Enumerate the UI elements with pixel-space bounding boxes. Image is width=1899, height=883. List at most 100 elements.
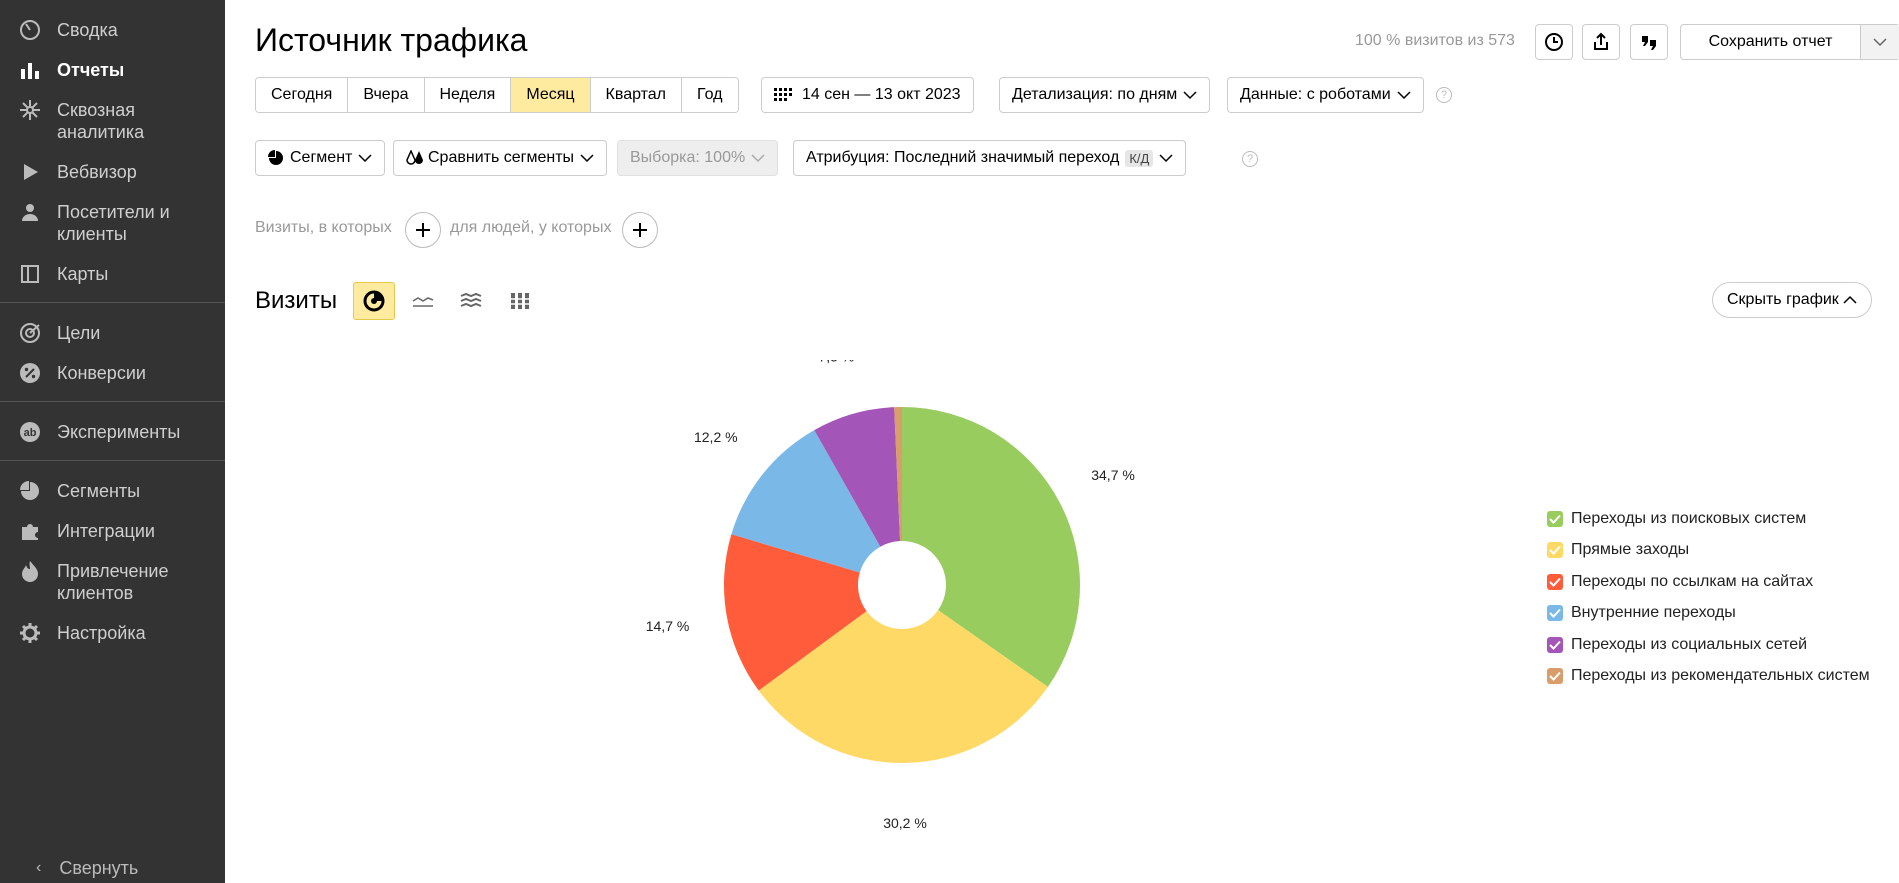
- svg-text:ab: ab: [24, 427, 37, 439]
- sidebar-item[interactable]: Настройка: [0, 613, 225, 653]
- date-range-button[interactable]: 14 сен — 13 окт 2023: [761, 77, 974, 113]
- collapse-label: Свернуть: [59, 857, 139, 878]
- bar-chart-icon: [18, 59, 42, 81]
- sidebar-item-label: Сквозная аналитика: [57, 100, 145, 142]
- sidebar-item[interactable]: Сегменты: [0, 471, 225, 511]
- help-icon[interactable]: ?: [1436, 87, 1452, 103]
- attribution-dropdown[interactable]: Атрибуция: Последний значимый переход К/…: [793, 140, 1187, 176]
- legend-item[interactable]: Переходы из социальных сетей: [1547, 629, 1870, 661]
- visits-info: 100 % визитов из 573: [1355, 32, 1515, 49]
- legend-label: Прямые заходы: [1571, 541, 1690, 559]
- checkbox-checked-icon[interactable]: [1547, 542, 1563, 559]
- checkbox-checked-icon[interactable]: [1547, 510, 1563, 527]
- legend-item[interactable]: Переходы из поисковых систем: [1547, 503, 1870, 535]
- hide-chart-label: Скрыть график: [1727, 291, 1839, 308]
- pie-chart-area: 34,7 % 30,2 % 14,7 % 12,2 % 7,5 %: [225, 348, 1425, 840]
- page-title: Источник трафика: [255, 22, 528, 58]
- legend-item[interactable]: Внутренние переходы: [1547, 598, 1870, 630]
- collapse-sidebar-button[interactable]: ‹ Свернуть: [36, 853, 138, 883]
- sidebar-item-label: Цели: [57, 323, 101, 343]
- save-report-button[interactable]: Сохранить отчет: [1680, 24, 1899, 60]
- add-people-condition-button[interactable]: [622, 212, 658, 248]
- detail-dropdown[interactable]: Детализация: по дням: [999, 77, 1211, 113]
- sidebar-item[interactable]: Сквозная аналитика: [0, 90, 225, 152]
- user-icon: [18, 201, 42, 223]
- add-visit-condition-button[interactable]: [405, 212, 441, 248]
- sidebar-item[interactable]: Интеграции: [0, 511, 225, 551]
- period-button[interactable]: Месяц: [511, 78, 591, 112]
- chart-type-bar-button[interactable]: [499, 282, 541, 320]
- sidebar-item[interactable]: Вебвизор: [0, 152, 225, 192]
- detail-label: Детализация: по дням: [1012, 86, 1178, 103]
- checkbox-checked-icon[interactable]: [1547, 636, 1563, 653]
- bar-chart-icon: [511, 293, 529, 309]
- drops-icon: [406, 150, 423, 165]
- legend-item[interactable]: Прямые заходы: [1547, 535, 1870, 567]
- sidebar-item[interactable]: Сводка: [0, 10, 225, 50]
- flame-icon: [18, 560, 42, 582]
- legend-label: Переходы по ссылкам на сайтах: [1571, 572, 1814, 590]
- nav-group: Цели Конверсии: [0, 303, 225, 402]
- sidebar-item[interactable]: Посетители и клиенты: [0, 192, 225, 254]
- segment-label: Сегмент: [290, 149, 353, 166]
- legend-label: Переходы из социальных сетей: [1571, 635, 1808, 653]
- chart-type-line-button[interactable]: [402, 282, 444, 320]
- period-button[interactable]: Квартал: [590, 78, 683, 112]
- gauge-icon: [18, 19, 42, 41]
- line-chart-icon: [412, 297, 434, 307]
- pie-icon: [18, 480, 42, 502]
- checkbox-checked-icon[interactable]: [1547, 573, 1563, 590]
- period-button[interactable]: Вчера: [348, 78, 425, 112]
- feedback-button[interactable]: [1630, 24, 1668, 60]
- sidebar-item-label: Интеграции: [57, 521, 155, 541]
- help-icon[interactable]: ?: [1242, 151, 1258, 167]
- history-button[interactable]: [1535, 24, 1573, 60]
- chevron-down-icon: [1159, 153, 1173, 163]
- compare-label: Сравнить сегменты: [428, 149, 575, 166]
- period-button[interactable]: Сегодня: [256, 78, 349, 112]
- map-icon: [18, 263, 42, 285]
- ab-icon: ab: [18, 421, 42, 443]
- legend-item[interactable]: Переходы по ссылкам на сайтах: [1547, 566, 1870, 598]
- checkbox-checked-icon[interactable]: [1547, 668, 1563, 685]
- legend-label: Переходы из поисковых систем: [1571, 509, 1807, 527]
- percent-icon: [18, 362, 42, 384]
- legend-label: Внутренние переходы: [1571, 604, 1736, 622]
- sidebar-item[interactable]: ab Эксперименты: [0, 412, 225, 452]
- compare-segments-dropdown[interactable]: Сравнить сегменты: [393, 140, 608, 176]
- hide-chart-button[interactable]: Скрыть график: [1712, 282, 1872, 318]
- nav-group: Сводка Отчеты Сквозная аналитика Вебвизор По…: [0, 0, 225, 303]
- sidebar-nav: Сводка Отчеты Сквозная аналитика Вебвизор По…: [0, 0, 225, 661]
- pie-chart: 34,7 % 30,2 % 14,7 % 12,2 % 7,5 %: [646, 348, 1135, 831]
- chart-section-title: Визиты: [255, 287, 338, 314]
- save-report-label: Сохранить отчет: [1681, 25, 1861, 59]
- segment-dropdown[interactable]: Сегмент: [255, 140, 386, 176]
- sidebar-item-label: Вебвизор: [57, 162, 137, 182]
- sidebar-item[interactable]: Карты: [0, 254, 225, 294]
- checkbox-checked-icon[interactable]: [1547, 605, 1563, 622]
- chevron-down-icon: [1183, 90, 1197, 100]
- legend-item[interactable]: Переходы из рекомендательных систем: [1547, 661, 1870, 693]
- chart-type-area-button[interactable]: [450, 282, 492, 320]
- chevron-up-icon: [1843, 295, 1857, 304]
- sidebar-item[interactable]: Привлечение клиентов: [0, 551, 225, 613]
- chevron-down-icon: [1873, 38, 1887, 47]
- attribution-label: Атрибуция: Последний значимый переход: [806, 149, 1120, 166]
- chevron-down-icon: [1397, 90, 1411, 100]
- sidebar-item[interactable]: Отчеты: [0, 50, 225, 90]
- period-button[interactable]: Год: [682, 78, 738, 112]
- sidebar-item-label: Сводка: [57, 20, 118, 40]
- data-dropdown[interactable]: Данные: с роботами: [1227, 77, 1424, 113]
- pie-slice-label: 12,2 %: [694, 429, 738, 445]
- save-report-dropdown[interactable]: [1861, 25, 1899, 59]
- calendar-icon: [774, 88, 792, 101]
- sidebar-item-label: Сегменты: [57, 481, 141, 501]
- sample-dropdown: Выборка: 100%: [617, 140, 779, 176]
- chart-type-pie-button[interactable]: [353, 282, 395, 320]
- sidebar-item-label: Отчеты: [57, 60, 125, 80]
- period-button[interactable]: Неделя: [424, 78, 512, 112]
- chevron-down-icon: [580, 153, 594, 163]
- sidebar-item[interactable]: Конверсии: [0, 353, 225, 393]
- export-button[interactable]: [1582, 24, 1620, 60]
- sidebar-item[interactable]: Цели: [0, 313, 225, 353]
